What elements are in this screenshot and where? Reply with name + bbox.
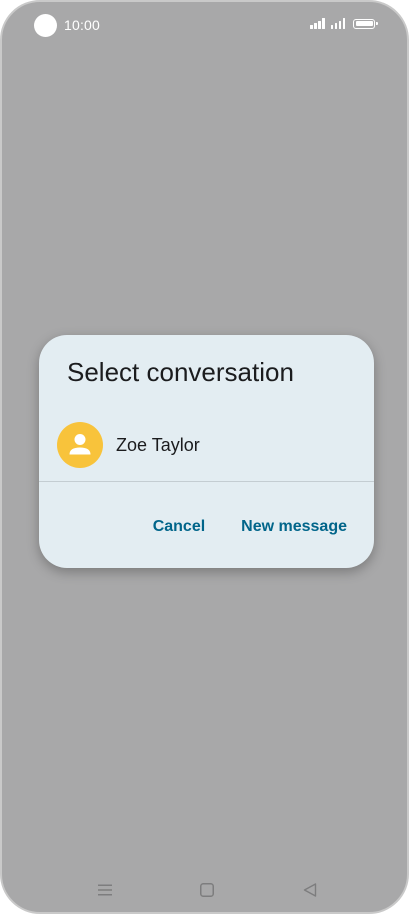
new-message-button[interactable]: New message xyxy=(227,512,361,542)
select-conversation-dialog: Select conversation Zoe Taylor Cancel Ne… xyxy=(39,335,374,568)
contact-name: Zoe Taylor xyxy=(116,435,200,455)
menu-button[interactable] xyxy=(93,878,117,902)
back-icon xyxy=(303,883,317,897)
battery-icon xyxy=(353,18,378,29)
status-bar: 10:00 xyxy=(2,2,407,48)
signal-icon xyxy=(330,18,345,29)
divider xyxy=(39,481,374,482)
conversation-item[interactable]: Zoe Taylor xyxy=(39,419,374,479)
dialog-actions: Cancel New message xyxy=(139,507,374,547)
home-button[interactable] xyxy=(195,878,219,902)
phone-screen: 10:00 Select conversation Zoe Taylor Can… xyxy=(0,0,409,914)
person-icon xyxy=(69,434,91,455)
navigation-bar xyxy=(2,872,407,908)
camera-cutout xyxy=(34,14,57,37)
status-time: 10:00 xyxy=(64,17,101,33)
menu-icon xyxy=(98,884,112,896)
cancel-button[interactable]: Cancel xyxy=(139,512,219,542)
status-icons xyxy=(310,18,378,29)
dialog-title: Select conversation xyxy=(67,357,294,387)
avatar xyxy=(57,422,103,468)
home-icon xyxy=(200,883,214,897)
signal-icon xyxy=(310,18,325,29)
back-button[interactable] xyxy=(298,878,322,902)
